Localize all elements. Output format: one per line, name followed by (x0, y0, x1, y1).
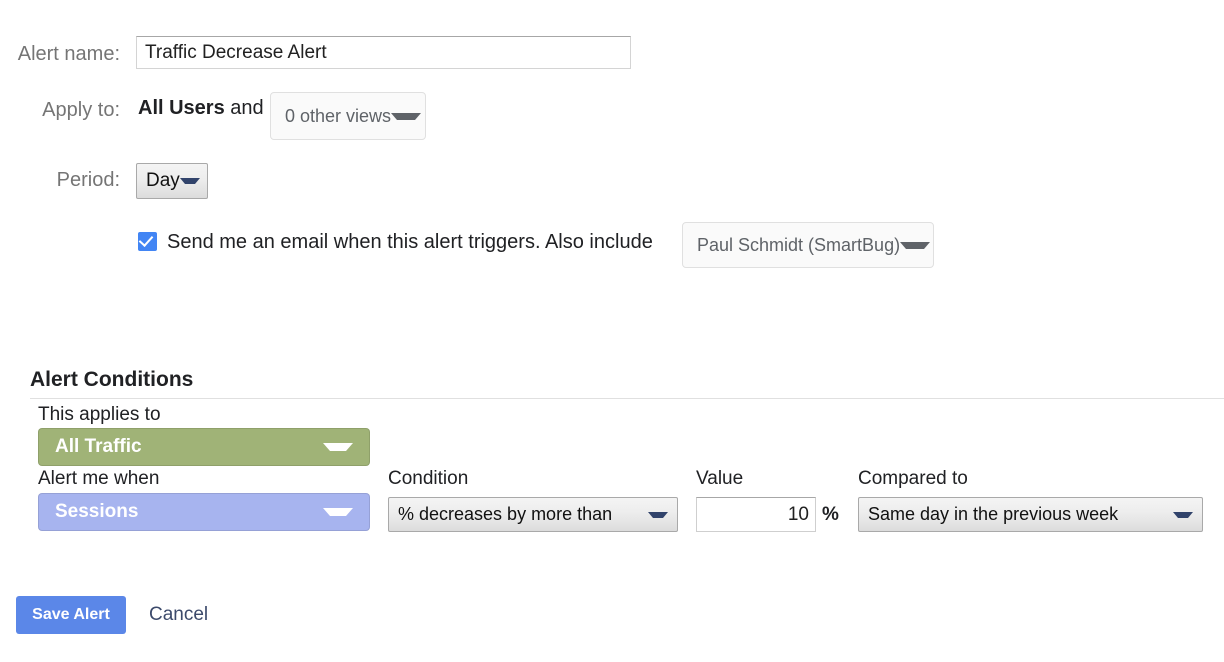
condition-select-value: % decreases by more than (398, 504, 612, 525)
other-views-select[interactable]: 0 other views (270, 92, 426, 140)
metric-select-value: Sessions (55, 501, 138, 523)
save-alert-button[interactable]: Save Alert (16, 596, 126, 634)
value-input[interactable] (696, 497, 816, 532)
checkmark-icon (139, 232, 154, 247)
metric-select[interactable]: Sessions (38, 493, 370, 531)
email-recipient-select[interactable]: Paul Schmidt (SmartBug) (682, 222, 934, 268)
section-divider (30, 398, 1224, 399)
send-email-checkbox[interactable] (138, 232, 157, 251)
compared-to-select-value: Same day in the previous week (868, 504, 1118, 525)
value-label: Value (696, 469, 743, 488)
applies-to-select-value: All Traffic (55, 436, 142, 458)
period-select[interactable]: Day (136, 163, 208, 199)
apply-to-value: All Users and (138, 98, 264, 118)
compared-to-label: Compared to (858, 469, 968, 488)
email-recipient-value: Paul Schmidt (SmartBug) (697, 235, 900, 256)
percent-unit-label: % (822, 505, 839, 524)
applies-to-label: This applies to (38, 405, 161, 424)
chevron-down-icon (900, 242, 930, 249)
alert-conditions-title: Alert Conditions (30, 369, 193, 390)
chevron-down-icon (391, 113, 421, 120)
other-views-select-value: 0 other views (285, 106, 391, 127)
cancel-link[interactable]: Cancel (149, 605, 208, 624)
apply-to-conjunction: and (225, 97, 264, 119)
apply-to-label: Apply to: (0, 100, 120, 120)
alert-name-label: Alert name: (0, 44, 120, 64)
chevron-down-icon (323, 508, 353, 516)
chevron-down-icon (1173, 512, 1193, 518)
apply-to-primary: All Users (138, 97, 225, 119)
chevron-down-icon (648, 512, 668, 518)
period-select-value: Day (146, 170, 180, 192)
alert-name-input[interactable] (136, 36, 631, 69)
metric-label: Alert me when (38, 469, 159, 488)
compared-to-select[interactable]: Same day in the previous week (858, 497, 1203, 532)
condition-select[interactable]: % decreases by more than (388, 497, 678, 532)
chevron-down-icon (323, 443, 353, 451)
applies-to-select[interactable]: All Traffic (38, 428, 370, 466)
chevron-down-icon (180, 178, 200, 184)
period-label: Period: (0, 170, 120, 190)
send-email-label: Send me an email when this alert trigger… (167, 232, 653, 252)
condition-label: Condition (388, 469, 468, 488)
